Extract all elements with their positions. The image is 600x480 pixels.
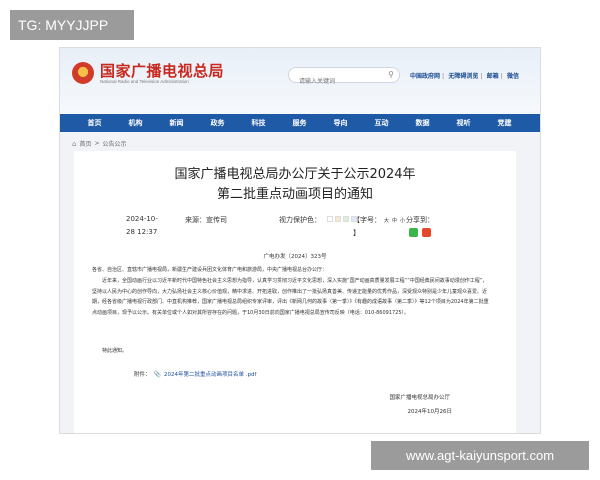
- nav-institutions[interactable]: 机构: [115, 118, 156, 128]
- body-paragraph-1: 近年来，全国动画行业以习近平新时代中国特色社会主义思想为指导，认真学习贯彻习近平…: [92, 278, 489, 316]
- signature-date: 2024年10月26日: [407, 409, 453, 415]
- font-size-label: 【字号：: [353, 216, 381, 224]
- signature-org: 国家广播电视总局办公厅: [389, 395, 450, 401]
- font-size-close: 】: [353, 229, 360, 237]
- search-input[interactable]: [289, 74, 381, 89]
- attachment: 附件： 📎 2024年第二批重点动画项目名单 .pdf: [134, 370, 256, 379]
- nav-interaction[interactable]: 互动: [361, 118, 402, 128]
- link-mail[interactable]: 邮箱: [487, 73, 499, 80]
- breadcrumb-separator: >: [94, 140, 100, 147]
- search-icon[interactable]: ⚲: [388, 70, 394, 79]
- vision-protect-label: 视力保护色：: [279, 216, 321, 224]
- attachment-link[interactable]: 2024年第二批重点动画项目名单 .pdf: [164, 370, 256, 378]
- nav-audiovisual[interactable]: 视听: [443, 118, 484, 128]
- browser-page: 国家广播电视总局 National Radio and Television A…: [59, 47, 541, 434]
- swatch-green[interactable]: [343, 216, 349, 222]
- nav-news[interactable]: 新闻: [156, 118, 197, 128]
- share-icons: [409, 228, 431, 237]
- watermark-tag: TG: MYYJJPP: [10, 10, 134, 40]
- nav-services[interactable]: 服务: [279, 118, 320, 128]
- breadcrumb: ⌂ 首页 > 公告公示: [72, 139, 127, 149]
- swatch-white[interactable]: [327, 216, 333, 222]
- home-icon: ⌂: [72, 139, 77, 148]
- body-paragraph-2: 特此通知。: [102, 348, 128, 354]
- wechat-icon[interactable]: [409, 228, 418, 237]
- link-gov[interactable]: 中国政府网: [410, 73, 440, 80]
- watermark-url: www.agt-kaiyunsport.com: [371, 441, 589, 470]
- nav-technology[interactable]: 科技: [238, 118, 279, 128]
- font-large[interactable]: 大: [384, 217, 389, 224]
- article-source: 来源：宣传司: [185, 216, 227, 224]
- nav-home[interactable]: 首页: [74, 118, 115, 128]
- breadcrumb-section[interactable]: 公告公示: [103, 139, 127, 148]
- article: 国家广播电视总局办公厅关于公示2024年 第二批重点动画项目的通知 2024-1…: [74, 151, 516, 433]
- nav-guidance[interactable]: 导向: [320, 118, 361, 128]
- publish-time: 28 12:37: [126, 228, 158, 236]
- font-size-options: 大 中 小: [384, 217, 405, 224]
- emblem-icon: [72, 62, 94, 84]
- link-wechat[interactable]: 微信: [507, 73, 519, 80]
- site-subtitle: National Radio and Television Administra…: [100, 79, 189, 84]
- font-small[interactable]: 小: [400, 217, 405, 224]
- link-accessibility[interactable]: 无障碍浏览: [448, 73, 478, 80]
- document-number: 广电办发〔2024〕323号: [263, 254, 327, 260]
- nav-data[interactable]: 数据: [402, 118, 443, 128]
- paperclip-icon: 📎: [153, 370, 161, 378]
- share-label: 分享到：: [406, 216, 434, 224]
- article-title-line2: 第二批重点动画项目的通知: [216, 187, 373, 202]
- top-links: 中国政府网 | 无障碍浏览 | 邮箱 | 微信: [410, 73, 519, 80]
- breadcrumb-home[interactable]: 首页: [79, 139, 91, 148]
- weibo-icon[interactable]: [422, 228, 431, 237]
- site-title[interactable]: 国家广播电视总局: [100, 60, 224, 81]
- font-medium[interactable]: 中: [392, 217, 397, 224]
- publish-date: 2024-10-: [126, 215, 158, 223]
- attachment-label: 附件：: [134, 372, 151, 378]
- nav-affairs[interactable]: 政务: [197, 118, 238, 128]
- main-nav: 首页 机构 新闻 政务 科技 服务 导向 互动 数据 视听 党建: [60, 114, 540, 132]
- nav-party[interactable]: 党建: [484, 118, 525, 128]
- site-header: 国家广播电视总局 National Radio and Television A…: [60, 48, 540, 114]
- addressee: 各省、自治区、直辖市广播电视局，新疆生产建设兵团文化体育广电和旅游局，中央广播电…: [92, 267, 328, 273]
- swatch-cream[interactable]: [335, 216, 341, 222]
- search-box: ⚲: [288, 67, 400, 89]
- article-title-line1: 国家广播电视总局办公厅关于公示2024年: [174, 167, 416, 182]
